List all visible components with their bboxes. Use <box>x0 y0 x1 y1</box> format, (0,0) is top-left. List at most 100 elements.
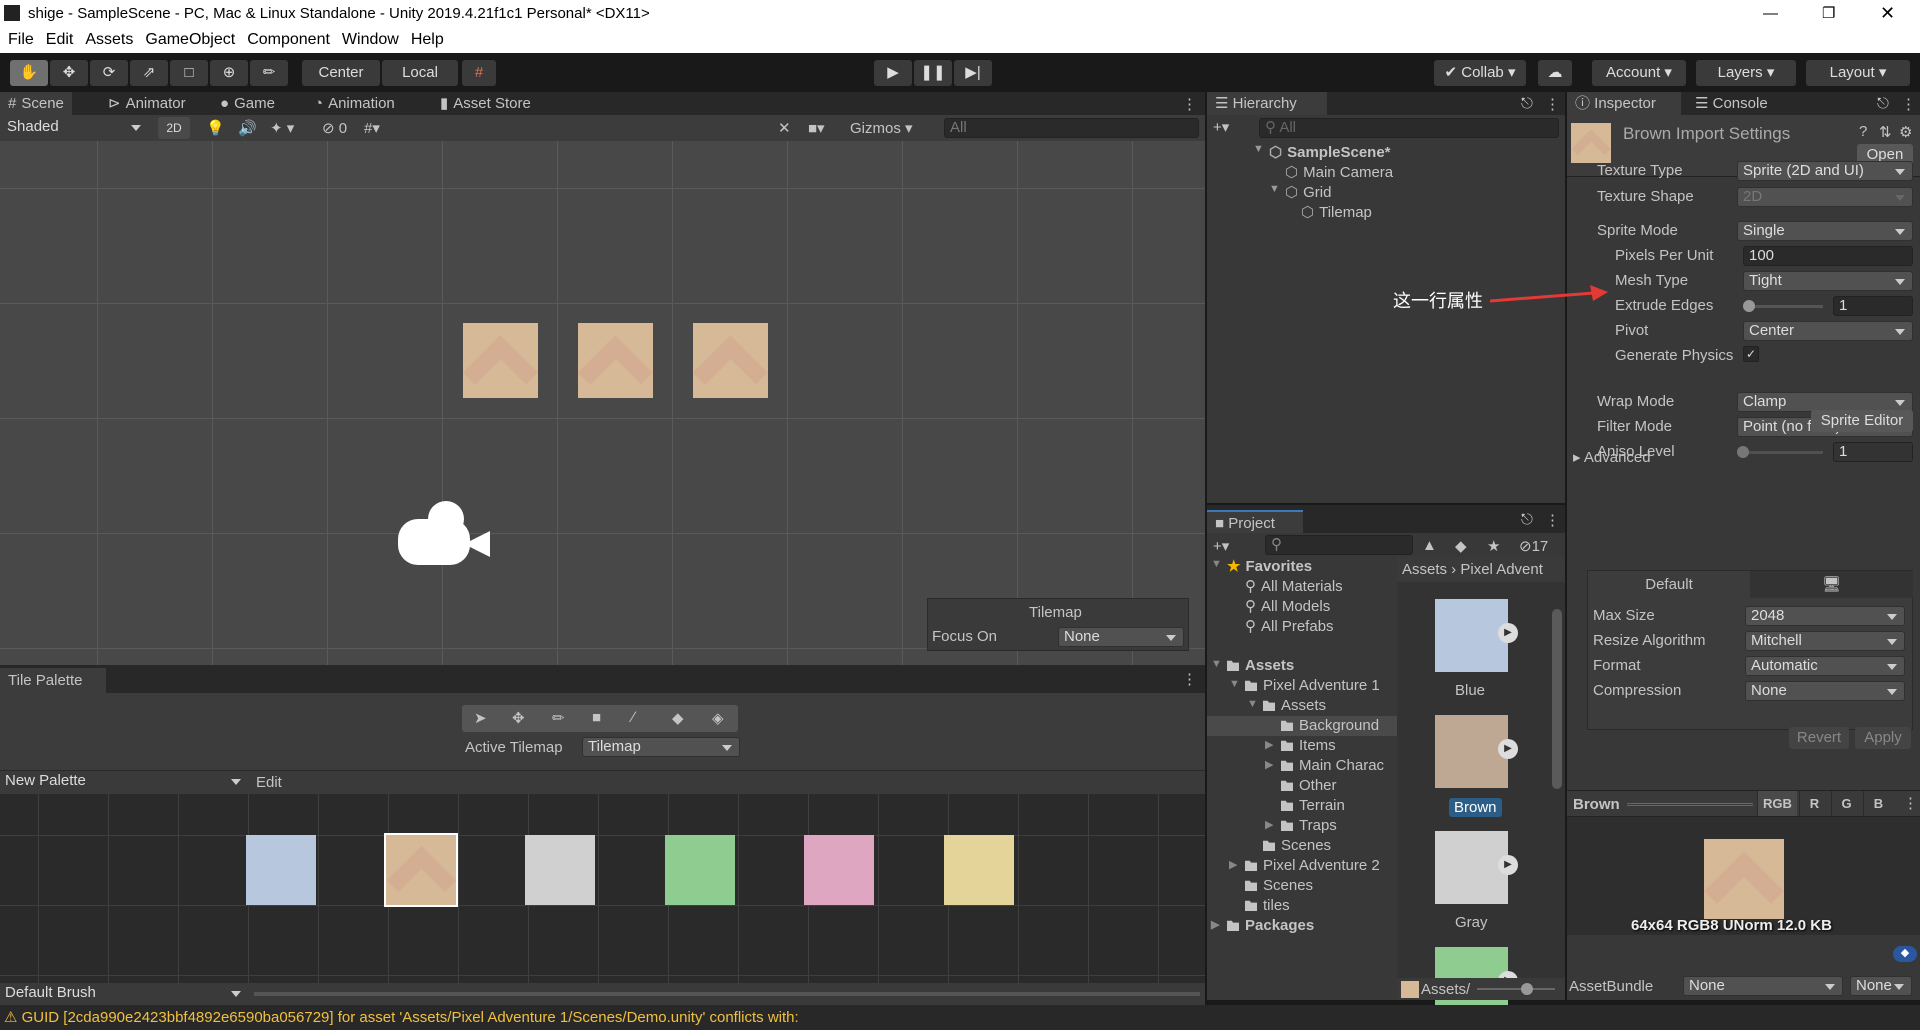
scene-tile[interactable] <box>463 323 538 398</box>
project-tree-item[interactable]: Background <box>1281 717 1379 734</box>
expand-arrow-icon[interactable]: ▼ <box>1229 678 1240 690</box>
pause-button[interactable]: ❚❚ <box>914 60 952 86</box>
help-icon[interactable]: ? <box>1859 123 1867 140</box>
shading-dropdown[interactable]: Shaded <box>2 118 148 138</box>
hidden-objects-toggle[interactable]: ⊘ 0 <box>322 119 347 137</box>
search-by-label-icon[interactable]: ◆ <box>1455 537 1467 555</box>
expand-arrow-icon[interactable]: ▶ <box>1265 758 1273 771</box>
menu-item-help[interactable]: Help <box>411 31 444 48</box>
brush-tool-button[interactable]: ✏ <box>250 60 288 86</box>
layout-dropdown[interactable]: Layout ▾ <box>1806 60 1910 86</box>
revert-button[interactable]: Revert <box>1789 727 1849 749</box>
asset-label[interactable]: Brown <box>1449 798 1502 817</box>
more-options-icon[interactable]: ⋮ <box>1901 95 1916 113</box>
picker-tool-button[interactable]: ∕ <box>632 709 635 726</box>
move-tool-button[interactable]: ✥ <box>50 60 88 86</box>
effects-toggle[interactable]: ✦ ▾ <box>270 119 294 137</box>
hierarchy-search-input[interactable]: ⚲ All <box>1259 118 1559 138</box>
camera-settings-icon[interactable]: ■▾ <box>808 119 825 137</box>
play-icon[interactable]: ▶ <box>1498 623 1518 643</box>
texture-type-dropdown[interactable]: Sprite (2D and UI) <box>1737 161 1913 181</box>
tab-asset-store[interactable]: ▮ Asset Store <box>432 92 539 115</box>
asset-label[interactable]: Gray <box>1455 914 1488 931</box>
menu-item-file[interactable]: File <box>8 31 34 48</box>
scene-search-input[interactable]: All <box>944 118 1199 138</box>
project-tree-item[interactable]: Scenes <box>1245 877 1313 894</box>
hand-tool-button[interactable]: ✋ <box>10 60 48 86</box>
pivot-dropdown[interactable]: Center <box>1743 321 1913 341</box>
brush-dropdown[interactable]: Default Brush <box>0 984 248 1004</box>
menu-item-assets[interactable]: Assets <box>85 31 133 48</box>
lighting-toggle[interactable]: 💡 <box>206 119 225 137</box>
close-button[interactable]: ✕ <box>1880 0 1895 27</box>
tab-scene[interactable]: # Scene <box>0 92 72 115</box>
slider-handle[interactable] <box>1743 300 1755 312</box>
tab-standalone-platform[interactable]: 🖥 <box>1750 571 1913 598</box>
labels-icon[interactable]: ◆ <box>1893 946 1917 962</box>
wrap-mode-dropdown[interactable]: Clamp <box>1737 392 1913 412</box>
generate-physics-checkbox[interactable]: ✓ <box>1743 346 1759 362</box>
channel-g-button[interactable]: G <box>1831 791 1861 816</box>
project-tree-item[interactable]: ▼ Pixel Adventure 1 <box>1229 677 1380 694</box>
palette-tile[interactable] <box>665 835 735 905</box>
eraser-tool-button[interactable]: ◆ <box>672 709 684 727</box>
collab-dropdown[interactable]: ✔ Collab ▾ <box>1434 60 1526 86</box>
project-tree-item[interactable]: ▼ ★ Favorites <box>1211 557 1312 575</box>
project-tree-item[interactable]: Scenes <box>1263 837 1331 854</box>
aniso-level-input[interactable]: 1 <box>1833 442 1913 462</box>
expand-arrow-icon[interactable]: ▼ <box>1269 183 1280 195</box>
breadcrumb-item[interactable]: Assets <box>1402 561 1447 578</box>
project-tree-item[interactable]: ▼ Assets <box>1211 657 1294 674</box>
tab-game[interactable]: ● Game <box>212 92 283 115</box>
rect-tool-button[interactable]: □ <box>170 60 208 86</box>
sprite-mode-dropdown[interactable]: Single <box>1737 221 1913 241</box>
project-tree-item[interactable]: ▶ Traps <box>1265 817 1337 834</box>
tools-icon[interactable]: ✕ <box>778 119 791 137</box>
breadcrumb-item[interactable]: Pixel Advent <box>1460 561 1543 578</box>
expand-arrow-icon[interactable]: ▼ <box>1247 698 1258 710</box>
2d-toggle[interactable]: 2D <box>158 117 190 139</box>
project-tree-item[interactable]: ⚲ All Materials <box>1245 577 1343 595</box>
lock-icon[interactable]: ⎋ <box>1521 95 1533 112</box>
scene-view[interactable]: Tilemap Focus On None <box>0 141 1205 665</box>
assetbundle-dropdown[interactable]: None <box>1683 976 1843 996</box>
resize-algorithm-dropdown[interactable]: Mitchell <box>1745 631 1905 651</box>
project-tree-item[interactable]: ▼ Assets <box>1247 697 1326 714</box>
project-tree-item[interactable]: ⚲ All Models <box>1245 597 1330 615</box>
project-tree-item[interactable]: ▶ Packages <box>1211 917 1314 934</box>
preset-icon[interactable]: ⇅ <box>1879 123 1892 141</box>
select-tool-button[interactable]: ➤ <box>474 709 487 727</box>
lock-icon[interactable]: ⎋ <box>1521 511 1533 528</box>
more-options-icon[interactable]: ⋮ <box>1545 95 1560 113</box>
scene-tile[interactable] <box>693 323 768 398</box>
advanced-foldout[interactable]: ▸ Advanced <box>1573 448 1651 466</box>
tab-inspector[interactable]: ⓘ Inspector <box>1567 92 1681 115</box>
transform-tool-button[interactable]: ⊕ <box>210 60 248 86</box>
play-button[interactable]: ▶ <box>874 60 912 86</box>
grid-snap-button[interactable]: # <box>462 60 496 86</box>
grid-toggle[interactable]: #▾ <box>364 119 380 137</box>
more-options-icon[interactable]: ⋮ <box>1545 511 1560 529</box>
create-button[interactable]: +▾ <box>1213 537 1229 555</box>
tab-console[interactable]: ☰ Console <box>1687 92 1776 115</box>
menu-item-gameobject[interactable]: GameObject <box>145 31 235 48</box>
expand-arrow-icon[interactable]: ▶ <box>1265 818 1273 831</box>
palette-tile[interactable] <box>525 835 595 905</box>
hierarchy-item[interactable]: ⬡ Main Camera <box>1285 163 1393 181</box>
play-icon[interactable]: ▶ <box>1498 739 1518 759</box>
expand-arrow-icon[interactable]: ▶ <box>1229 858 1237 871</box>
expand-arrow-icon[interactable]: ▼ <box>1253 143 1264 155</box>
project-tree-item[interactable]: ▶ Items <box>1265 737 1336 754</box>
slider-handle[interactable] <box>1737 446 1749 458</box>
hierarchy-item[interactable]: ⬡ Tilemap <box>1301 203 1372 221</box>
project-tree-item[interactable]: Other <box>1281 777 1337 794</box>
asset-thumbnail[interactable] <box>1435 831 1508 904</box>
focus-on-dropdown[interactable]: None <box>1058 627 1184 647</box>
channel-b-button[interactable]: B <box>1863 791 1893 816</box>
fill-tool-button[interactable]: ◈ <box>712 709 724 727</box>
tab-project[interactable]: ■ Project <box>1207 510 1303 533</box>
minimize-button[interactable]: — <box>1763 0 1778 27</box>
max-size-dropdown[interactable]: 2048 <box>1745 606 1905 626</box>
menu-item-edit[interactable]: Edit <box>46 31 74 48</box>
audio-toggle[interactable]: 🔊 <box>238 119 257 137</box>
